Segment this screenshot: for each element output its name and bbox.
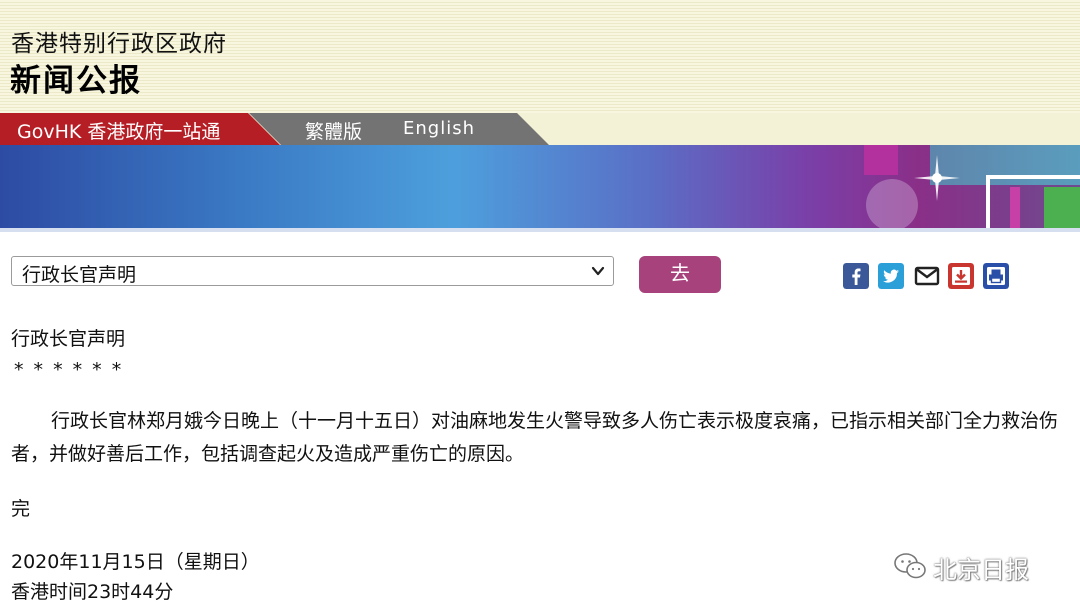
separator-stars: * * * * * * [14, 359, 124, 381]
chevron-down-icon [591, 266, 605, 276]
traditional-chinese-link[interactable]: 繁體版 [305, 117, 362, 144]
article-body: 行政长官林郑月娥今日晚上（十一月十五日）对油麻地发生火警导致多人伤亡表示极度哀痛… [11, 410, 1059, 465]
wechat-icon [894, 553, 926, 579]
header-banner [0, 145, 1080, 228]
release-time: 香港时间23时44分 [11, 581, 174, 603]
language-tabs: 繁體版 English [249, 113, 549, 145]
go-button[interactable]: 去 [639, 256, 721, 293]
government-name: 香港特别行政区政府 [11, 31, 227, 57]
govhk-link[interactable]: GovHK 香港政府一站通 [0, 113, 280, 145]
english-link[interactable]: English [403, 118, 475, 139]
banner-divider [0, 228, 1080, 232]
download-icon[interactable] [948, 263, 974, 289]
press-release-title: 新闻公报 [10, 63, 142, 99]
page-header: 香港特别行政区政府 新闻公报 [0, 0, 1080, 113]
banner-decoration [1010, 187, 1020, 228]
twitter-icon[interactable] [878, 263, 904, 289]
banner-decoration [1044, 187, 1080, 228]
banner-decoration [864, 145, 898, 175]
end-mark: 完 [11, 498, 31, 520]
print-icon[interactable] [983, 263, 1009, 289]
release-date: 2020年11月15日（星期日） [11, 551, 260, 573]
facebook-icon[interactable] [843, 263, 869, 289]
banner-decoration [866, 179, 918, 228]
select-value: 行政长官声明 [22, 264, 137, 286]
watermark-text: 北京日报 [933, 556, 1029, 584]
category-select[interactable]: 行政长官声明 [11, 256, 614, 286]
email-icon[interactable] [914, 263, 940, 289]
sparkle-icon [914, 155, 960, 201]
top-nav-bar: 繁體版 English GovHK 香港政府一站通 [0, 113, 1080, 145]
article-heading: 行政长官声明 [11, 328, 126, 350]
govhk-label: GovHK 香港政府一站通 [17, 121, 221, 143]
